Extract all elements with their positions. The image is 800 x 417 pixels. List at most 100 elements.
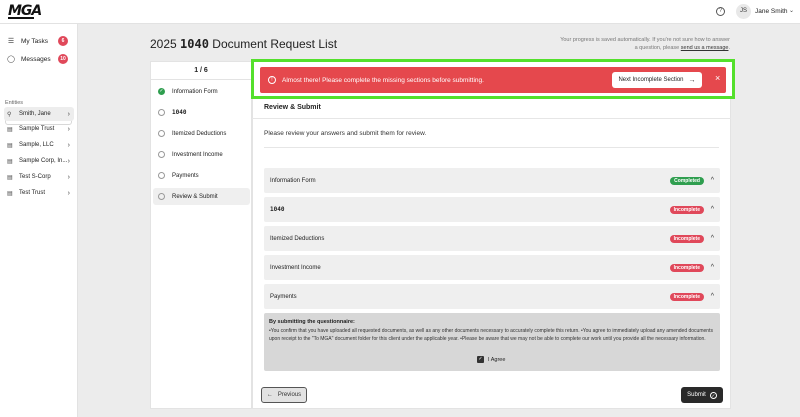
step-payments[interactable]: Payments <box>153 167 250 184</box>
sidebar-item-label: My Tasks <box>21 37 48 45</box>
title-text: Document Request List <box>212 37 338 51</box>
step-label: Payments <box>172 172 199 179</box>
entity-item[interactable]: ⚲ Smith, Jane › <box>4 107 74 121</box>
accordion-investment-income[interactable]: Investment Income Incomplete ^ <box>264 255 720 280</box>
accordion-information-form[interactable]: Information Form Completed ^ <box>264 168 720 193</box>
accordion-itemized-deductions[interactable]: Itemized Deductions Incomplete ^ <box>264 226 720 251</box>
user-name[interactable]: Jane Smith <box>755 8 788 15</box>
warning-icon: ! <box>268 76 276 84</box>
building-icon: ▤ <box>7 190 13 197</box>
section-title: Review & Submit <box>264 104 321 111</box>
status-badge: Incomplete <box>669 292 704 301</box>
step-label: 1040 <box>172 109 187 116</box>
agree-checkbox[interactable]: ✓ I Agree <box>477 356 505 363</box>
check-icon: ✓ <box>158 88 165 95</box>
chevron-right-icon: › <box>67 110 70 118</box>
submit-button[interactable]: Submit ✓ <box>681 387 723 403</box>
building-icon: ▤ <box>7 158 13 165</box>
alert-highlight: ! Almost there! Please complete the miss… <box>251 59 735 99</box>
arrow-left-icon: ← <box>266 392 273 398</box>
terms-text: •You confirm that you have uploaded all … <box>269 328 713 342</box>
step-review-submit[interactable]: Review & Submit <box>153 188 250 205</box>
circle-icon <box>158 193 165 200</box>
chevron-right-icon: › <box>67 125 70 133</box>
entities-label: Entities <box>5 100 24 106</box>
step-itemized-deductions[interactable]: Itemized Deductions <box>153 125 250 142</box>
accordion-label: Payments <box>270 293 297 300</box>
chevron-right-icon: › <box>67 189 70 197</box>
top-bar: MGA ? JS Jane Smith ⌄ <box>0 0 800 24</box>
accordion-1040[interactable]: 1040 Incomplete ^ <box>264 197 720 222</box>
chevron-down-icon[interactable]: ⌄ <box>789 7 794 14</box>
building-icon: ▤ <box>7 126 13 133</box>
help-icon[interactable]: ? <box>716 7 725 16</box>
step-label: Information Form <box>172 88 218 95</box>
step-1040[interactable]: 1040 <box>153 104 250 121</box>
status-badge: Incomplete <box>669 234 704 243</box>
chevron-up-icon[interactable]: ^ <box>711 206 714 213</box>
chevron-up-icon[interactable]: ^ <box>711 177 714 184</box>
steps-panel: 1 / 6 ✓ Information Form 1040 Itemized D… <box>150 61 252 409</box>
next-incomplete-section-button[interactable]: Next Incomplete Section → <box>612 72 702 88</box>
count-badge: 6 <box>58 36 68 46</box>
sidebar-item-messages[interactable]: ◯ Messages 10 <box>6 52 72 66</box>
building-icon: ▤ <box>7 142 13 149</box>
entity-label: Sample, LLC <box>19 142 54 148</box>
button-label: Next Incomplete Section <box>618 77 684 83</box>
autosave-note: Your progress is saved automatically. If… <box>560 36 730 52</box>
message-icon: ◯ <box>7 56 15 63</box>
divider <box>264 147 719 148</box>
count-badge: 10 <box>58 54 68 64</box>
close-icon[interactable]: × <box>715 73 720 83</box>
submission-terms: By submitting the questionnaire: •You co… <box>264 313 720 371</box>
alert-message: Almost there! Please complete the missin… <box>282 76 484 84</box>
chevron-up-icon[interactable]: ^ <box>711 235 714 242</box>
accordion-label: Investment Income <box>270 264 321 271</box>
chevron-right-icon: › <box>67 141 70 149</box>
accordion-label: Itemized Deductions <box>270 235 325 242</box>
entity-label: Test S-Corp <box>19 174 51 180</box>
accordion-payments[interactable]: Payments Incomplete ^ <box>264 284 720 309</box>
building-icon: ▤ <box>7 174 13 181</box>
checkbox-checked-icon: ✓ <box>477 356 484 363</box>
button-label: Submit <box>687 392 706 398</box>
title-form: 1040 <box>180 37 209 51</box>
terms-title: By submitting the questionnaire: <box>269 319 355 325</box>
entity-item[interactable]: ▤ Sample Trust › <box>4 122 74 136</box>
logo-underline <box>8 17 34 19</box>
step-count: 1 / 6 <box>151 62 251 80</box>
status-badge: Incomplete <box>669 205 704 214</box>
entity-item[interactable]: ▤ Test S-Corp › <box>4 170 74 184</box>
arrow-right-icon: → <box>688 76 696 84</box>
previous-button[interactable]: ← Previous <box>261 387 307 403</box>
entity-item[interactable]: ▤ Sample, LLC › <box>4 138 74 152</box>
chevron-right-icon: › <box>67 157 70 165</box>
agree-label: I Agree <box>488 356 506 363</box>
circle-icon <box>158 109 165 116</box>
step-investment-income[interactable]: Investment Income <box>153 146 250 163</box>
entity-item[interactable]: ▤ Test Trust › <box>4 186 74 200</box>
chevron-right-icon: › <box>67 173 70 181</box>
incomplete-alert: ! Almost there! Please complete the miss… <box>260 67 726 93</box>
entity-item[interactable]: ▤ Sample Corp, In... › <box>4 154 74 168</box>
button-label: Previous <box>277 392 302 398</box>
person-icon: ⚲ <box>7 111 12 118</box>
step-information-form[interactable]: ✓ Information Form <box>153 83 250 100</box>
step-label: Itemized Deductions <box>172 130 227 137</box>
avatar[interactable]: JS <box>736 4 751 19</box>
sidebar-item-my-tasks[interactable]: ☰ My Tasks 6 <box>6 34 72 48</box>
chevron-up-icon[interactable]: ^ <box>711 264 714 271</box>
circle-icon <box>158 151 165 158</box>
status-badge: Incomplete <box>669 263 704 272</box>
send-message-link[interactable]: send us a message <box>681 45 729 51</box>
divider <box>252 118 731 119</box>
step-label: Review & Submit <box>172 193 218 200</box>
chevron-up-icon[interactable]: ^ <box>711 293 714 300</box>
accordion-label: Information Form <box>270 177 316 184</box>
accordion-label: 1040 <box>270 206 285 213</box>
sidebar: ☰ My Tasks 6 ◯ Messages 10 Entities ⚲ Sm… <box>0 24 78 417</box>
sidebar-item-label: Messages <box>21 55 51 63</box>
circle-icon <box>158 130 165 137</box>
page-title: 2025 1040 Document Request List <box>150 37 337 51</box>
check-circle-icon: ✓ <box>709 391 717 399</box>
